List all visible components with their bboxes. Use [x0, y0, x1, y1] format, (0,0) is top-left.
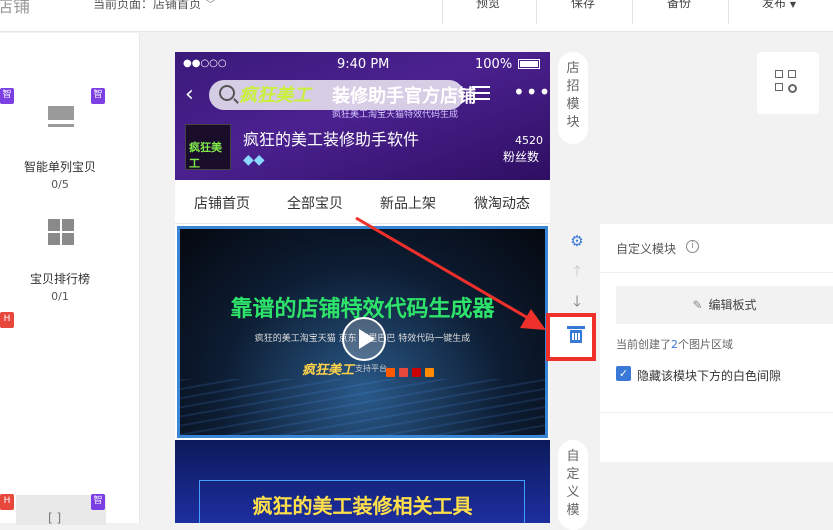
- custom-banner-module[interactable]: 靠谱的店铺特效代码生成器 疯狂的美工淘宝天猫 京东 阿里巴巴 特效代码一键生成 …: [177, 226, 548, 438]
- module-item-label: 智能单列宝贝: [23, 160, 96, 174]
- header-subtitle: 疯狂美工淘宝天猫特效代码生成: [332, 110, 459, 120]
- panel-title: 自定义模块: [616, 242, 677, 256]
- preview-button[interactable]: 预览: [476, 0, 500, 11]
- layout-settings-icon[interactable]: [757, 52, 819, 114]
- more-dots-icon[interactable]: •••: [513, 80, 550, 104]
- shop-logo: 疯狂美工: [185, 124, 231, 170]
- diamond-rank-icon: ◆◆: [243, 152, 265, 168]
- divider: [632, 0, 633, 24]
- signal-indicator: ●●○○○: [183, 58, 227, 69]
- monitor-icon: [48, 106, 74, 127]
- module-item-count: 0/1: [51, 290, 69, 303]
- image-area-note: 当前创建了2个图片区域: [616, 336, 733, 352]
- current-page-label: 当前页面：店铺首页: [93, 0, 202, 11]
- shop-logo-text: 疯狂美工: [189, 141, 222, 170]
- smart-badge: 智: [91, 494, 105, 510]
- platform-logos: [386, 362, 438, 381]
- search-icon: [219, 85, 235, 101]
- chevron-down-icon: ﹀: [205, 0, 217, 11]
- move-down-icon[interactable]: 🡓: [568, 292, 586, 310]
- module-library-panel: 智 智 智能单列宝贝 0/5 宝贝排行榜 0/1 H [ ] H 智: [0, 33, 140, 525]
- divider: [600, 272, 833, 273]
- banner-decoration: [180, 379, 545, 435]
- note-prefix: 当前创建了: [616, 338, 671, 351]
- caret-down-icon: ▼: [789, 0, 796, 9]
- backup-button[interactable]: 备份: [667, 0, 691, 11]
- trash-icon[interactable]: [567, 326, 585, 344]
- current-page-selector[interactable]: 当前页面：店铺首页 ﹀: [93, 0, 216, 12]
- note-count: 2: [671, 338, 678, 351]
- tab-home[interactable]: 店铺首页: [194, 193, 250, 213]
- module-item-label: 宝贝排行榜: [29, 272, 90, 286]
- battery-icon: [518, 59, 540, 69]
- edit-layout-button[interactable]: ✎ 编辑板式: [616, 286, 833, 324]
- grid-icon: [48, 219, 74, 245]
- module-tag-label: 店招模块: [566, 61, 580, 130]
- shop-tabs: 店铺首页 全部宝贝 新品上架 微淘动态: [175, 180, 550, 224]
- note-suffix: 个图片区域: [678, 338, 733, 351]
- phone-preview: ●●○○○ 9:40 PM 100% ‹ 疯狂美工 装修助手官方店铺 疯狂美工淘…: [175, 52, 550, 523]
- info-icon[interactable]: i: [686, 240, 699, 253]
- gear-icon[interactable]: ⚙: [568, 232, 586, 250]
- smart-badge: 智: [0, 88, 14, 104]
- divider: [536, 0, 537, 24]
- search-brand-logo: 疯狂美工: [239, 85, 311, 106]
- tab-all-items[interactable]: 全部宝贝: [287, 193, 343, 213]
- divider: [442, 0, 443, 24]
- divider: [600, 412, 833, 413]
- hot-badge: H: [0, 312, 14, 328]
- battery-percent: 100%: [475, 57, 513, 72]
- banner-support-label: 支持平台: [355, 364, 387, 373]
- status-bar: ●●○○○ 9:40 PM 100%: [175, 56, 550, 74]
- module-item-count: 0/5: [51, 178, 69, 191]
- edit-layout-label: 编辑板式: [708, 298, 757, 312]
- pencil-icon: ✎: [692, 298, 703, 312]
- hide-gap-checkbox[interactable]: ✓: [616, 366, 631, 381]
- banner-brand-logo: 疯狂美工: [302, 363, 355, 378]
- app-logo-text: 店铺: [0, 0, 30, 17]
- tab-new-arrivals[interactable]: 新品上架: [380, 193, 436, 213]
- hide-gap-label[interactable]: 隐藏该模块下方的白色间隙: [637, 367, 781, 384]
- save-button[interactable]: 保存: [571, 0, 595, 11]
- tools-banner-module[interactable]: 疯狂的美工装修相关工具: [175, 440, 550, 523]
- module-tag-custom[interactable]: 自定义模: [558, 440, 588, 530]
- shop-name: 疯狂的美工装修助手软件: [243, 130, 420, 149]
- play-icon[interactable]: [342, 317, 386, 361]
- move-up-icon[interactable]: 🡑: [568, 262, 586, 280]
- module-settings-panel: 自定义模块 i ✎ 编辑板式 当前创建了2个图片区域 ✓ 隐藏该模块下方的白色间隙: [600, 224, 833, 462]
- list-menu-icon[interactable]: [472, 86, 490, 102]
- publish-label: 发布: [762, 0, 787, 10]
- hot-badge: H: [0, 494, 14, 510]
- header-title: 装修助手官方店铺: [332, 86, 476, 107]
- top-bar: 店铺 当前页面：店铺首页 ﹀ 预览 保存 备份 发布 ▼: [0, 0, 833, 32]
- module-tag-header[interactable]: 店招模块: [558, 52, 588, 144]
- back-arrow-icon[interactable]: ‹: [185, 82, 194, 107]
- shop-header-module[interactable]: ●●○○○ 9:40 PM 100% ‹ 疯狂美工 装修助手官方店铺 疯狂美工淘…: [175, 52, 550, 180]
- divider: [728, 0, 729, 24]
- tab-weitao[interactable]: 微淘动态: [474, 193, 530, 213]
- publish-button[interactable]: 发布 ▼: [762, 0, 796, 11]
- fans-label: 粉丝数: [503, 150, 540, 164]
- status-time: 9:40 PM: [337, 57, 390, 72]
- smart-badge: 智: [91, 88, 105, 104]
- module-tag-label: 自定义模: [566, 449, 580, 518]
- tools-banner-title: 疯狂的美工装修相关工具: [252, 494, 473, 518]
- fans-count: 4520: [515, 134, 543, 147]
